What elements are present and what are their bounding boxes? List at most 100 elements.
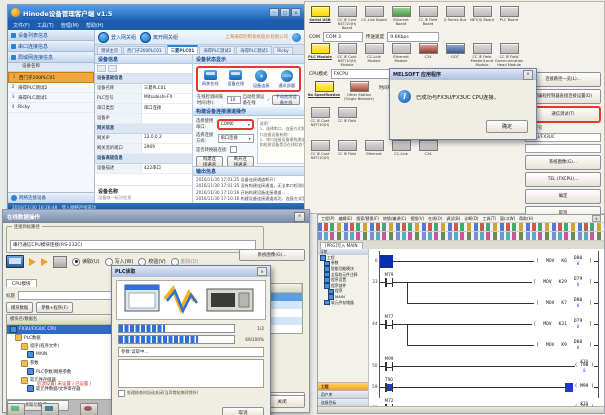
module-option[interactable]: CC IE Cont NET/10(H) Board (334, 6, 360, 31)
nav-item[interactable]: 软元件存储器 (318, 300, 368, 306)
menu-item[interactable]: 调试(B) (446, 216, 460, 222)
timer-coil[interactable]: K10 T94 0 (575, 402, 594, 407)
ladder-rung[interactable]: 0 MOV K6 D800 (380, 251, 598, 272)
menu-item[interactable]: 工程(P) (321, 216, 335, 222)
sidebar-item-network-devices[interactable]: 网络连接设备 (8, 192, 94, 203)
module-option-plc-module[interactable]: PLC Module (307, 43, 333, 68)
menu-help[interactable]: 帮助(H) (86, 22, 104, 29)
menu-manage[interactable]: 管理(M) (61, 22, 79, 29)
sidebar-group-device-list[interactable]: 设备列表信息 (8, 30, 94, 41)
module-option[interactable]: Ethernet Module (388, 43, 414, 68)
menu-item[interactable]: 编辑(E) (339, 216, 353, 222)
manual-check-button[interactable]: 手动检测设备在线 (272, 95, 300, 105)
port-select[interactable]: COM0 (217, 119, 254, 130)
interval-input[interactable]: 10 (227, 96, 241, 104)
module-option[interactable]: NET(II) Board (469, 6, 495, 31)
module-option[interactable]: PLC Board (496, 6, 522, 31)
auto-close-checkbox[interactable] (118, 390, 125, 397)
system-image-button[interactable]: 系统图像(G)... (525, 155, 601, 170)
contact-symbol[interactable]: M79 (385, 278, 393, 287)
menu-item[interactable]: 诊断(D) (464, 216, 478, 222)
remote-operation-button[interactable]: 远程操作 (7, 403, 25, 415)
tab-hite2[interactable]: 海得PLC测试2 (199, 46, 235, 54)
module-option[interactable]: CC IE Field Master/Local Module (469, 43, 495, 68)
close-icon[interactable]: × (257, 267, 267, 276)
module-option[interactable]: CC-Link Module (361, 43, 387, 68)
com-port-field[interactable]: COM 3 (323, 32, 363, 42)
auto-close-option[interactable]: 处理结束时自动关闭(当异常结束时除外) (118, 390, 264, 397)
tab-hite1[interactable]: 海得PLC测试1 (236, 46, 272, 54)
categorize-icon[interactable] (108, 65, 117, 72)
nav-switch-connection[interactable]: 连接目标 (318, 398, 368, 406)
leave-gateway-button[interactable]: 离开网关组 (140, 32, 178, 43)
ladder-branch[interactable]: MOV K9 D800 (380, 335, 598, 356)
sidebar-group-lan[interactable]: 局域网连接信息 (8, 52, 94, 63)
ladder-rung[interactable]: 61 M72 K10 T94 0 (380, 398, 598, 406)
output-coil[interactable]: M99 (575, 385, 594, 390)
prop-value[interactable] (142, 114, 192, 123)
tab-ricky[interactable]: Ricky (273, 47, 292, 54)
menu-item[interactable]: 窗口(W) (500, 216, 515, 222)
baud-field[interactable]: 9.6Kbps (387, 32, 439, 42)
station-option-no-specification[interactable]: No Specification (307, 81, 341, 106)
window-controls[interactable]: –□× (269, 8, 301, 17)
ladder-rung[interactable]: 33 M79 MOV K29 D790 (380, 272, 598, 293)
close-icon[interactable]: × (294, 212, 305, 222)
tab-cpu-module[interactable]: CPU模块 (6, 279, 37, 287)
device-row[interactable]: 3海得PLC测试1 (8, 93, 94, 103)
sort-icon[interactable] (97, 65, 106, 72)
mode-select[interactable]: 串口连接 (218, 134, 254, 143)
module-option[interactable]: Ethernet Board (388, 6, 414, 31)
coexistence-route-option[interactable]: CC IE Cont NET/10(H) (307, 140, 333, 165)
login-gateway-button[interactable]: 登入网关组 (98, 32, 136, 43)
converter-checkbox[interactable] (230, 146, 237, 153)
contact-symbol[interactable]: M99 (385, 362, 393, 371)
dialog-titlebar[interactable]: 在线数据操作 × (3, 210, 309, 223)
module-option-serial-usb[interactable]: Serial USB (307, 6, 333, 31)
mov-instruction[interactable]: MOV K6 D800 (534, 257, 594, 267)
param-program-button[interactable]: 参数+程序(F) (36, 302, 73, 313)
module-option[interactable]: CC-Link Board (361, 6, 387, 31)
menu-item[interactable]: 帮助(H) (519, 216, 533, 222)
timer-coil[interactable]: K10 T90 0 (575, 360, 594, 374)
sidebar-group-serial[interactable]: 串口连接信息 (8, 41, 94, 52)
prop-value[interactable]: Mitsubishi-FX (142, 94, 192, 103)
device-row[interactable]: 4Ricky (8, 103, 94, 113)
module-option[interactable]: CC IE Field Board (415, 6, 441, 31)
coexistence-route-option[interactable]: C24 (415, 140, 441, 165)
prop-value[interactable]: 2909 (142, 144, 192, 153)
tab-mitsubishi-active[interactable]: 三菱PLC01 (167, 45, 199, 54)
close-icon[interactable]: × (592, 215, 601, 222)
output-log-list[interactable]: 2016/11/30 17:01:25 设备连接通道断开！ 2016/11/30… (193, 176, 304, 203)
menu-item[interactable]: 转换/编译(C) (383, 216, 406, 222)
network-route-option[interactable]: CC IE Cont NET/10(H) (307, 107, 333, 132)
module-option[interactable]: Q Series Bus (442, 6, 468, 31)
menu-item[interactable]: 工具(T) (482, 216, 496, 222)
module-option[interactable]: C24 (415, 43, 441, 68)
tab-siemens200[interactable]: 西门子200PLC01 (123, 46, 166, 54)
progress-titlebar[interactable]: PLC读取 × (112, 266, 270, 277)
contact-symbol[interactable]: M77 (385, 320, 393, 329)
ok-button[interactable]: 确定 (525, 189, 601, 204)
mov-instruction[interactable]: MOV K31 D790 (532, 320, 595, 330)
module-option[interactable]: GOT (442, 43, 468, 68)
toolbar-icons-row1[interactable] (318, 223, 604, 232)
menu-file[interactable]: 文件(F) (13, 22, 30, 29)
contact-symbol[interactable]: M72 (385, 404, 393, 406)
radio-read[interactable]: 读取(U) (72, 258, 100, 266)
menu-item[interactable]: 在线(O) (428, 216, 442, 222)
mov-instruction[interactable]: MOV K29 D790 (532, 278, 595, 288)
ladder-branch[interactable]: MOV K7 D800 (380, 293, 598, 314)
prop-value[interactable]: 三菱PLC01 (142, 84, 192, 93)
toolbar-icons-row2[interactable] (318, 232, 604, 241)
device-row[interactable]: 2海得PLC测试2 (8, 83, 94, 93)
coexistence-route-option[interactable]: CC-Link (388, 140, 414, 165)
prop-value[interactable]: 12.0.0.2 (142, 134, 192, 143)
device-row[interactable]: 1西门子200PLC01 (8, 72, 94, 83)
nav-switch-user-library[interactable]: 用户库 (318, 390, 368, 398)
ladder-rung[interactable]: 50 M99 K10 T90 0 (380, 356, 598, 377)
tab-home[interactable]: 测试主页 (97, 46, 122, 54)
mov-instruction[interactable]: MOV K7 D800 (534, 299, 594, 309)
coexistence-route-option[interactable]: Ethernet (361, 140, 387, 165)
module-data-button[interactable]: 模块数据 (6, 302, 33, 313)
